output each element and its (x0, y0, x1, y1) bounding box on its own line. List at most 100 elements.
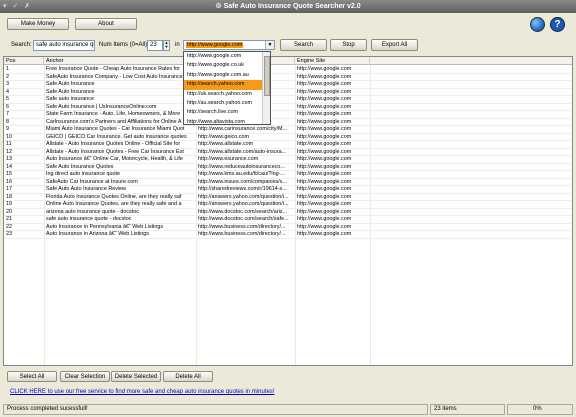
cell-engine-site: http://www.google.com (297, 148, 352, 155)
engine-select[interactable]: http://www.google.com ▼ (183, 40, 275, 50)
status-message: Process completed sucessfull! (3, 404, 428, 415)
cell-engine-site: http://www.google.com (297, 96, 352, 102)
cell-pos: 7 (6, 111, 9, 117)
cell-engine-site: http://www.google.com (297, 73, 352, 80)
cell-pos: 19 (6, 201, 12, 207)
engine-option[interactable]: http://www.altavista.com (184, 118, 270, 127)
engine-option[interactable]: http://au.search.yahoo.com (184, 99, 270, 108)
engine-option[interactable]: http://uk.search.yahoo.com (184, 90, 270, 99)
delete-all-button[interactable]: Delete All (163, 371, 213, 382)
cell-url: http://www.allstate.com (198, 141, 254, 147)
table-row[interactable]: 1 Free Insurance Quote - Cheap Auto Insur… (4, 66, 572, 74)
engine-dropdown-list[interactable]: http://www.google.com http://www.google.c… (183, 51, 271, 125)
cell-engine-site: http://www.google.com (297, 178, 352, 185)
engine-option[interactable]: http://search.yahoo.com (184, 80, 270, 90)
column-header-pos[interactable]: Pos (4, 57, 44, 65)
cell-url: http://www.esurance.com (198, 156, 259, 162)
chevron-down-icon[interactable]: ▼ (265, 41, 274, 49)
about-button[interactable]: About (75, 18, 137, 30)
cell-url: http://www.kms.au.edu/tt/cau/?ing-... (198, 171, 285, 177)
cell-engine-site: http://www.google.com (297, 126, 352, 132)
engine-option[interactable]: http://www.google.co.uk (184, 61, 270, 70)
status-item-count: 23 items (430, 404, 505, 415)
table-row[interactable]: 5Safe auto insurancehttp://www.http://ww… (4, 96, 572, 104)
table-row[interactable]: 23 Auto Insurance in Arizona â€“ Web List… (4, 231, 572, 239)
cell-pos: 20 (6, 208, 12, 215)
cell-anchor: Safe Auto Insurance | UsInsuranceOnline.… (46, 103, 157, 110)
results-table[interactable]: Pos Anchor Engine Site 1 Free Insurance Q… (3, 56, 573, 366)
cell-pos: 5 (6, 96, 9, 102)
table-row[interactable]: 17 Safe Auto Auto Insurance Review http://… (4, 186, 572, 194)
help-icon[interactable]: ? (550, 17, 565, 32)
table-row[interactable]: 6 Safe Auto Insurance | UsInsuranceOnline… (4, 103, 572, 111)
table-row[interactable]: 20 arizona auto insurance quote - docstoc… (4, 208, 572, 216)
make-money-button[interactable]: Make Money (7, 18, 69, 30)
column-header-engine-site[interactable]: Engine Site (295, 57, 370, 65)
clear-selection-button[interactable]: Clear Selection (60, 371, 110, 382)
globe-icon[interactable] (530, 17, 545, 32)
table-row[interactable]: 9 Miami Auto Insurance Quotes - Car Insur… (4, 126, 572, 134)
engine-option[interactable]: http://search.live.com (184, 108, 270, 117)
table-row[interactable]: 12 Allstate - Auto Insurance Quotes - Fre… (4, 148, 572, 156)
cell-anchor: State Farm Insurance - Auto, Life, Homeo… (46, 111, 181, 117)
delete-selected-button[interactable]: Delete Selected (111, 371, 161, 382)
cell-url: http://answers.yahoo.com/question/i... (198, 193, 289, 200)
export-all-button[interactable]: Export All (371, 39, 418, 51)
table-row[interactable]: 21 safe auto insurance quote - docstoc htt… (4, 216, 572, 224)
cell-url: http://www.business.com/directory/... (198, 231, 286, 237)
stop-button[interactable]: Stop (330, 39, 367, 51)
num-items-stepper[interactable]: ▲ ▼ (163, 40, 170, 51)
table-row[interactable]: 14 Safe Auto Insurance Quotes http://www.r… (4, 163, 572, 171)
table-row[interactable]: 15 Ing direct auto insurance quote http://… (4, 171, 572, 179)
dropdown-scrollbar[interactable] (262, 52, 270, 124)
select-all-button[interactable]: Select All (7, 371, 57, 382)
table-row[interactable]: 18 Florida Auto Insurance Quotes Online, … (4, 193, 572, 201)
search-input[interactable]: safe auto insurance quo (33, 40, 95, 51)
cell-anchor: Safe Auto Insurance (46, 88, 95, 95)
promo-link[interactable]: CLICK HERE to use our free service to fi… (10, 389, 274, 395)
engine-option[interactable]: http://www.google.com (184, 52, 270, 61)
cell-anchor: Safe auto insurance (46, 96, 94, 102)
cell-engine-site: http://www.google.com (297, 111, 352, 117)
cell-url: http://www.allstate.com/auto-insura... (198, 148, 287, 155)
stepper-down-icon[interactable]: ▼ (164, 45, 169, 49)
cell-pos: 3 (6, 81, 9, 87)
table-row[interactable]: 3Safe Auto Insurancehttp://www.http://ww… (4, 81, 572, 89)
table-row[interactable]: 2 SafeAuto Insurance Company - Low Cost A… (4, 73, 572, 81)
cell-anchor: GEICO | GEICO Car Insurance. Get auto in… (46, 133, 187, 140)
cell-pos: 12 (6, 148, 12, 155)
table-row[interactable]: 22 Auto Insurance in Pennsylvania â€“ Web… (4, 223, 572, 231)
table-row[interactable]: 13 Auto Insurance â€“ Online Car, Motorcy… (4, 156, 572, 164)
cell-engine-site: http://www.google.com (297, 208, 352, 215)
cell-pos: 9 (6, 126, 9, 132)
cell-pos: 15 (6, 171, 12, 177)
cell-pos: 21 (6, 216, 12, 222)
num-items-input[interactable]: 23 (147, 40, 163, 51)
cell-engine-site: http://www.google.com (297, 171, 352, 177)
column-header-anchor[interactable]: Anchor (44, 57, 196, 65)
status-progress: 0% (507, 404, 573, 415)
table-row[interactable]: 4Safe Auto Insurancehttp://www.http://ww… (4, 88, 572, 96)
table-row[interactable]: 16 SafeAuto Car Insurance at Insure.com ht… (4, 178, 572, 186)
engine-option[interactable]: http://www.google.com.au (184, 71, 270, 80)
cell-pos: 8 (6, 118, 9, 125)
cell-pos: 6 (6, 103, 9, 110)
table-row[interactable]: 8 CarInsurance.com's Partners and Affilia… (4, 118, 572, 126)
table-row[interactable]: 11 Allstate - Auto Insurance Quotes Onlin… (4, 141, 572, 149)
cell-engine-site: http://www.google.com (297, 156, 352, 162)
cell-pos: 10 (6, 133, 12, 140)
cell-engine-site: http://www.google.com (297, 81, 352, 87)
cell-anchor: CarInsurance.com's Partners and Affiliat… (46, 118, 182, 125)
cell-engine-site: http://www.google.com (297, 231, 352, 237)
table-row[interactable]: 7 State Farm Insurance - Auto, Life, Home… (4, 111, 572, 119)
cell-pos: 18 (6, 193, 12, 200)
cell-url: http://www.reduceautoinsuranceco... (198, 163, 285, 170)
cell-anchor: safe auto insurance quote - docstoc (46, 216, 132, 222)
cell-anchor: Online Auto Insurance Quotes, are they r… (46, 201, 182, 207)
cell-engine-site: http://www.google.com (297, 118, 352, 125)
scrollbar-thumb[interactable] (264, 56, 270, 96)
table-row[interactable]: 10 GEICO | GEICO Car Insurance. Get auto … (4, 133, 572, 141)
cell-anchor: Auto Insurance in Pennsylvania â€“ Web L… (46, 223, 164, 230)
search-button[interactable]: Search (280, 39, 327, 51)
table-row[interactable]: 19 Online Auto Insurance Quotes, are they… (4, 201, 572, 209)
